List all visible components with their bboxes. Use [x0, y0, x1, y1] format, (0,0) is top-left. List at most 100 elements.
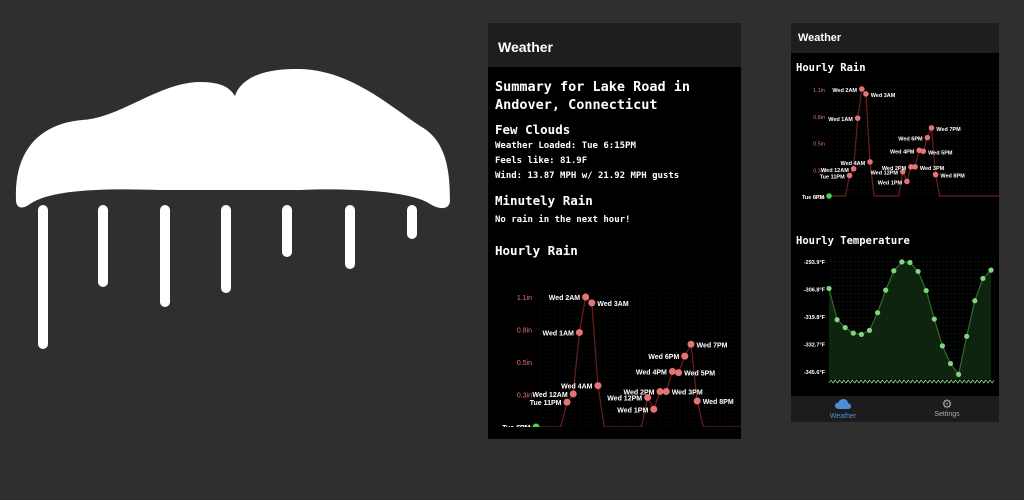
rain-data-point — [582, 293, 590, 301]
rain-data-point — [656, 388, 664, 396]
temperature-data-point — [947, 360, 954, 367]
rain-point-label: Wed 2PM — [624, 390, 655, 397]
phone-screen-charts: Weather Hourly Rain 1.1in 0.8in 0.5in 0.3in… — [791, 23, 999, 422]
nav-label: Weather — [829, 413, 857, 420]
rain-data-point — [588, 299, 596, 307]
temperature-data-point — [866, 327, 873, 333]
cloud-icon — [835, 399, 851, 409]
y-tick-label: 0.3in — [517, 393, 532, 400]
hourly-rain-heading: Hourly Rain — [495, 243, 578, 258]
app-title: Weather — [798, 32, 842, 44]
rain-data-point — [920, 148, 927, 155]
rain-point-label: Wed 7PM — [936, 127, 961, 133]
rain-point-label: Wed 7PM — [697, 342, 728, 349]
minutely-rain-heading: Minutely Rain — [495, 193, 593, 208]
hourly-rain-chart: 1.1in0.8in0.5in0.3in0.0inTue 6PMTue 11PM… — [502, 293, 741, 427]
rain-data-point — [912, 164, 918, 170]
rain-data-point — [675, 369, 683, 377]
temperature-area — [829, 261, 991, 379]
temperature-data-point — [834, 317, 840, 323]
rain-data-point — [863, 91, 869, 97]
y-tick-label: 1.1in — [517, 295, 532, 302]
hourly-temperature-heading: Hourly Temperature — [796, 235, 910, 247]
rain-data-point — [932, 171, 939, 178]
y-tick-label: -332.7°F — [804, 343, 826, 349]
nav-settings[interactable]: ⚙ Settings — [922, 397, 972, 418]
condition-heading: Few Clouds — [495, 122, 571, 137]
rain-data-point — [928, 125, 935, 131]
temperature-data-point — [923, 287, 929, 294]
rain-data-point — [668, 367, 676, 375]
temperature-data-point — [826, 285, 832, 292]
hourly-rain-heading: Hourly Rain — [796, 62, 866, 74]
y-tick-label: -293.9°F — [804, 260, 826, 266]
rain-data-point — [662, 388, 670, 396]
app-title: Weather — [498, 39, 553, 55]
rain-data-point — [532, 423, 540, 427]
temperature-data-point — [858, 331, 864, 338]
rain-data-point — [569, 390, 577, 398]
y-tick-label: 0.5in — [813, 142, 825, 148]
y-tick-label: 0.5in — [517, 360, 532, 367]
rain-point-label: Wed 2PM — [882, 166, 907, 172]
rain-point-label: Tue 6PM — [502, 425, 530, 427]
app-bar: Weather — [488, 23, 741, 67]
rain-point-label: Wed 3PM — [672, 390, 703, 397]
rain-point-label: Wed 12AM — [821, 168, 849, 174]
rain-point-label: Tue 11PM — [530, 400, 562, 407]
temperature-data-point — [972, 298, 978, 304]
gear-icon: ⚙ — [941, 397, 953, 411]
rain-data-point — [687, 340, 695, 348]
weather-loaded-text: Weather Loaded: Tue 6:15PM — [495, 141, 636, 151]
rain-point-label: Wed 8PM — [940, 174, 965, 180]
rain-point-label: Wed 4AM — [841, 161, 866, 167]
y-tick-label: 0.8in — [517, 328, 532, 335]
feels-like-text: Feels like: 81.9F — [495, 156, 588, 166]
rain-data-point — [904, 178, 910, 185]
rain-data-point — [826, 193, 832, 199]
rain-point-label: Wed 2AM — [549, 295, 581, 302]
rain-data-point — [693, 397, 701, 405]
rain-point-label: Wed 3AM — [871, 93, 896, 99]
rain-point-label: Wed 12AM — [532, 392, 567, 399]
temperature-data-point — [931, 316, 937, 322]
rain-point-label: Wed 1AM — [828, 117, 853, 123]
rain-data-point — [924, 134, 931, 141]
temperature-data-point — [907, 259, 913, 266]
temperature-data-point — [899, 259, 905, 265]
wind-text: Wind: 13.87 MPH w/ 21.92 MPH gusts — [495, 171, 680, 181]
temperature-data-point — [964, 333, 970, 339]
rain-data-point — [854, 115, 861, 121]
rain-point-label: Wed 1PM — [878, 180, 903, 186]
y-tick-label: -306.8°F — [804, 288, 826, 294]
rain-data-point — [859, 86, 865, 92]
rain-point-label: Wed 4PM — [890, 149, 915, 155]
minutely-rain-text: No rain in the next hour! — [495, 215, 631, 225]
rain-point-label: Wed 8PM — [703, 399, 734, 406]
temperature-data-point — [842, 324, 848, 331]
rain-point-label: Wed 1AM — [543, 330, 575, 337]
summary-title: Summary for Lake Road in Andover, Connec… — [495, 79, 691, 113]
phone-screen-summary: Weather Summary for Lake Road in Andover… — [488, 23, 741, 439]
rain-point-label: Wed 4AM — [561, 384, 593, 391]
rain-point-label: Wed 1PM — [617, 407, 648, 414]
temperature-data-point — [891, 268, 897, 274]
temperature-data-point — [980, 275, 986, 282]
temperature-data-point — [875, 310, 881, 316]
temperature-data-point — [883, 287, 889, 293]
rain-point-label: Wed 4PM — [636, 369, 667, 376]
rain-data-point — [563, 398, 571, 406]
y-tick-label: 0.8in — [813, 115, 825, 121]
rain-data-point — [594, 382, 602, 390]
app-logo-icon — [15, 68, 450, 349]
rain-data-point — [575, 328, 583, 336]
weather-details: Weather Loaded: Tue 6:15PM Feels like: 8… — [495, 139, 737, 184]
rain-point-label: Wed 3AM — [597, 301, 629, 308]
temperature-data-point — [988, 267, 994, 273]
cloud-shape-icon — [15, 68, 450, 209]
nav-weather[interactable]: Weather — [818, 399, 868, 420]
y-tick-label: -319.8°F — [804, 315, 826, 321]
rain-point-label: Wed 3PM — [920, 166, 945, 172]
rain-data-point — [681, 352, 689, 360]
rain-point-label: Tue 11PM — [820, 175, 845, 181]
